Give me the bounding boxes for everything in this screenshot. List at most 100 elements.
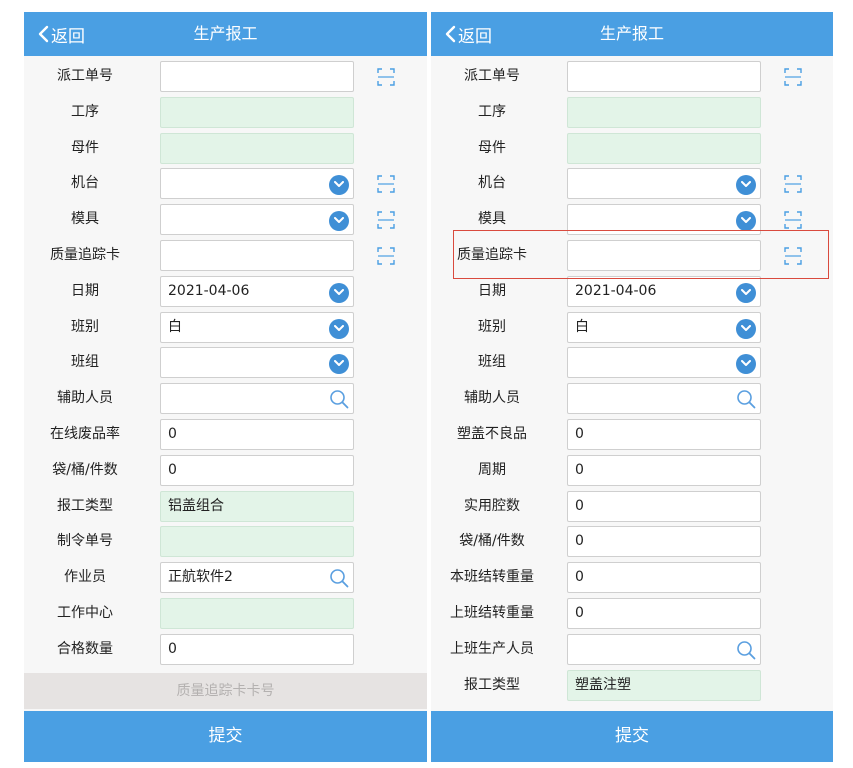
chevron-down-icon[interactable] xyxy=(329,318,349,339)
form-row: 在线废品率 0 xyxy=(24,418,427,455)
select-field[interactable] xyxy=(160,168,354,200)
field-label: 袋/桶/件数 xyxy=(459,533,525,550)
form-row: 质量追踪卡 xyxy=(431,239,833,276)
form-row: 模具 xyxy=(431,204,833,240)
field-label: 上班生产人员 xyxy=(450,640,534,657)
chevron-down-icon[interactable] xyxy=(329,175,349,196)
field-label: 班组 xyxy=(71,354,99,371)
form-row: 班别 白 xyxy=(431,311,833,348)
field-label: 在线废品率 xyxy=(50,425,120,442)
form-row: 辅助人员 xyxy=(24,383,427,419)
field-label: 机台 xyxy=(71,175,99,192)
back-label: 返回 xyxy=(51,26,85,47)
field-label: 制令单号 xyxy=(57,533,113,550)
select-field[interactable] xyxy=(567,168,761,200)
input-field[interactable] xyxy=(160,61,354,92)
field-value: 2021-04-06 xyxy=(168,282,250,299)
field-label: 派工单号 xyxy=(464,68,520,84)
form-row: 本班结转重量 0 xyxy=(431,562,833,598)
readonly-field xyxy=(160,96,354,128)
scan-icon[interactable] xyxy=(377,247,395,269)
form-row: 机台 xyxy=(24,168,427,204)
select-field[interactable]: 2021-04-06 xyxy=(160,275,354,307)
form-row: 制令单号 xyxy=(24,526,427,562)
field-value: 0 xyxy=(168,461,177,478)
form-row: 班组 xyxy=(24,347,427,383)
input-field[interactable]: 0 xyxy=(567,597,761,629)
field-value: 0 xyxy=(575,569,584,586)
readonly-field xyxy=(160,597,354,629)
back-button[interactable]: 返回 xyxy=(38,12,85,56)
search-icon[interactable] xyxy=(736,640,756,671)
scan-icon[interactable] xyxy=(784,247,802,269)
chevron-down-icon[interactable] xyxy=(736,211,756,232)
field-value: 0 xyxy=(168,425,177,442)
input-field[interactable] xyxy=(160,383,354,415)
field-label: 报工类型 xyxy=(464,676,520,693)
report-form: 派工单号 工序 母件 机台 模具 质量追踪卡 日期 2021-04-06 班别 白班组 辅助人员 塑盖… xyxy=(431,61,833,705)
submit-button[interactable]: 提交 xyxy=(431,711,833,762)
select-field[interactable] xyxy=(567,347,761,379)
input-field[interactable] xyxy=(160,239,354,271)
chevron-down-icon[interactable] xyxy=(736,282,756,303)
search-icon[interactable] xyxy=(329,389,349,420)
input-field[interactable] xyxy=(567,633,761,665)
scan-icon[interactable] xyxy=(377,175,395,197)
chevron-down-icon[interactable] xyxy=(736,354,756,375)
chevron-down-icon[interactable] xyxy=(736,318,756,339)
chevron-down-icon[interactable] xyxy=(329,282,349,303)
chevron-down-icon[interactable] xyxy=(329,354,349,375)
scan-icon[interactable] xyxy=(377,211,395,233)
scan-icon[interactable] xyxy=(784,211,802,233)
chevron-left-icon xyxy=(38,25,49,43)
readonly-field xyxy=(160,526,354,558)
input-field[interactable]: 0 xyxy=(567,418,761,450)
scan-icon[interactable] xyxy=(784,68,802,90)
chevron-down-icon[interactable] xyxy=(329,211,349,232)
field-label: 辅助人员 xyxy=(57,390,113,407)
readonly-field xyxy=(160,132,354,164)
input-field[interactable] xyxy=(567,383,761,415)
input-field[interactable]: 0 xyxy=(160,633,354,665)
field-label: 作业员 xyxy=(64,569,106,586)
select-field[interactable]: 白 xyxy=(160,311,354,343)
form-row: 日期 2021-04-06 xyxy=(24,275,427,312)
field-value: 0 xyxy=(575,497,584,514)
field-value: 0 xyxy=(575,533,584,550)
chevron-down-icon[interactable] xyxy=(736,175,756,196)
select-field[interactable] xyxy=(567,204,761,236)
select-field[interactable]: 白 xyxy=(567,311,761,343)
input-field[interactable]: 0 xyxy=(567,562,761,594)
field-label: 日期 xyxy=(71,282,99,299)
select-field[interactable]: 2021-04-06 xyxy=(567,275,761,307)
input-field[interactable] xyxy=(567,239,761,271)
submit-button[interactable]: 提交 xyxy=(24,711,427,762)
field-label: 工序 xyxy=(478,103,506,120)
form-row: 班别 白 xyxy=(24,311,427,348)
form-row: 合格数量 0 xyxy=(24,633,427,670)
input-field[interactable]: 0 xyxy=(160,454,354,486)
select-field[interactable] xyxy=(160,204,354,236)
input-field[interactable]: 0 xyxy=(160,418,354,450)
back-button[interactable]: 返回 xyxy=(445,12,492,56)
input-field[interactable]: 正航软件2 xyxy=(160,562,354,594)
field-label: 上班结转重量 xyxy=(450,604,534,621)
form-row: 塑盖不良品 0 xyxy=(431,418,833,455)
right-screen: 返回 生产报工 派工单号 工序 母件 机台 模具 质量追踪卡 日期 2021-04-06 班别 白… xyxy=(431,12,833,762)
input-field[interactable]: 0 xyxy=(567,490,761,522)
input-field[interactable]: 0 xyxy=(567,454,761,486)
field-label: 质量追踪卡 xyxy=(457,246,527,263)
input-field[interactable] xyxy=(567,61,761,92)
search-icon[interactable] xyxy=(329,568,349,599)
field-label: 实用腔数 xyxy=(464,497,520,514)
field-label: 本班结转重量 xyxy=(450,569,534,586)
field-label: 日期 xyxy=(478,282,506,299)
field-label: 报工类型 xyxy=(57,497,113,514)
select-field[interactable] xyxy=(160,347,354,379)
header-bar: 返回 生产报工 xyxy=(24,12,427,56)
input-field[interactable]: 0 xyxy=(567,526,761,558)
search-icon[interactable] xyxy=(736,389,756,420)
field-value: 塑盖注塑 xyxy=(575,676,631,693)
scan-icon[interactable] xyxy=(784,175,802,197)
scan-icon[interactable] xyxy=(377,68,395,90)
